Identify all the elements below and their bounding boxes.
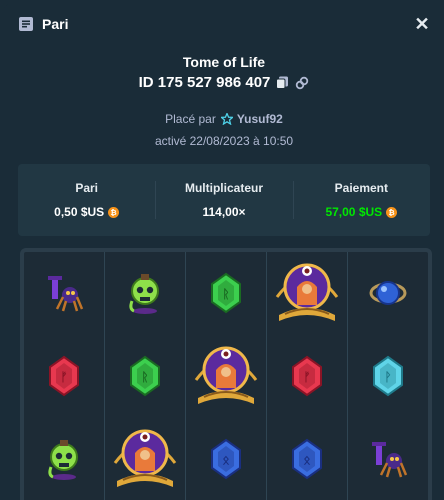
- reel-column: ᚱᛟ: [186, 252, 267, 500]
- blue-gem-symbol: ᛟ: [267, 417, 347, 500]
- stat-label: Paiement: [334, 181, 388, 195]
- svg-text:ᚱ: ᚱ: [141, 370, 148, 384]
- stat-bet: Pari 0,50 $US ₿: [18, 181, 155, 219]
- reel-grid: ᚠᚱᚱᛟᚠᛟᚹ: [24, 252, 428, 500]
- svg-text:ᚱ: ᚱ: [222, 287, 229, 301]
- reel-column: ᚠ: [24, 252, 105, 500]
- red-gem-symbol: ᚠ: [267, 335, 347, 418]
- modal-title: Pari: [42, 16, 69, 32]
- red-gem-symbol: ᚠ: [24, 335, 104, 418]
- slot-board: ᚠᚱᚱᛟᚠᛟᚹ: [20, 248, 432, 500]
- stat-value-row: 114,00×: [155, 205, 292, 219]
- game-title[interactable]: Tome of Life: [4, 54, 444, 70]
- blue-orb-symbol: [348, 252, 428, 335]
- modal-header: Pari ✕: [4, 4, 444, 44]
- reel-column: ᚠᛟ: [267, 252, 348, 500]
- bitcoin-icon: ₿: [108, 206, 120, 218]
- bet-id: ID 175 527 986 407: [138, 74, 271, 91]
- stat-value-row: 57,00 $US ₿: [293, 205, 430, 219]
- skull-potion-symbol: [24, 417, 104, 500]
- bet-stats-panel: Pari 0,50 $US ₿ Multiplicateur 114,00× P…: [18, 164, 430, 236]
- sorceress-book-symbol: [186, 335, 266, 418]
- stat-payout: Paiement 57,00 $US ₿: [292, 181, 430, 219]
- username-link[interactable]: Yusuf92: [237, 112, 283, 126]
- svg-text:₿: ₿: [111, 208, 117, 217]
- svg-text:ᚠ: ᚠ: [60, 370, 67, 384]
- skull-potion-symbol: [105, 252, 185, 335]
- bet-list-icon: [19, 17, 33, 31]
- stat-value: 0,50 $US: [54, 205, 105, 219]
- bet-details-modal: Pari ✕ Tome of Life ID 175 527 986 407 P…: [4, 4, 444, 500]
- bet-id-row: ID 175 527 986 407: [4, 74, 444, 91]
- svg-text:ᛟ: ᛟ: [303, 453, 310, 467]
- svg-text:₿: ₿: [389, 208, 395, 217]
- spider-symbol: [24, 252, 104, 335]
- svg-text:ᛟ: ᛟ: [222, 453, 229, 467]
- placed-by-row: Placé par Yusuf92: [4, 112, 444, 126]
- vip-star-icon: [220, 113, 233, 125]
- reel-column: ᚹ: [348, 252, 428, 500]
- stat-label: Multiplicateur: [184, 181, 263, 195]
- copy-icon[interactable]: [276, 76, 289, 89]
- stat-value-row: 0,50 $US ₿: [18, 205, 155, 219]
- link-icon[interactable]: [295, 76, 309, 90]
- stat-value: 57,00 $US: [325, 205, 383, 219]
- reel-column: ᚱ: [105, 252, 186, 500]
- svg-text:ᚠ: ᚠ: [303, 370, 310, 384]
- placed-by-label: Placé par: [165, 112, 216, 126]
- green-gem-symbol: ᚱ: [186, 252, 266, 335]
- stat-label: Pari: [75, 181, 98, 195]
- sorceress-book-symbol: [105, 417, 185, 500]
- activated-timestamp: activé 22/08/2023 à 10:50: [154, 134, 294, 148]
- stat-value: 114,00×: [202, 205, 246, 219]
- bitcoin-icon: ₿: [386, 206, 398, 218]
- green-gem-symbol: ᚱ: [105, 335, 185, 418]
- cyan-gem-symbol: ᚹ: [348, 335, 428, 418]
- spider-symbol: [348, 417, 428, 500]
- sorceress-book-symbol: [267, 252, 347, 335]
- svg-text:ᚹ: ᚹ: [384, 370, 391, 384]
- close-icon[interactable]: ✕: [412, 14, 432, 35]
- blue-gem-symbol: ᛟ: [186, 417, 266, 500]
- stat-multiplier: Multiplicateur 114,00×: [155, 181, 292, 219]
